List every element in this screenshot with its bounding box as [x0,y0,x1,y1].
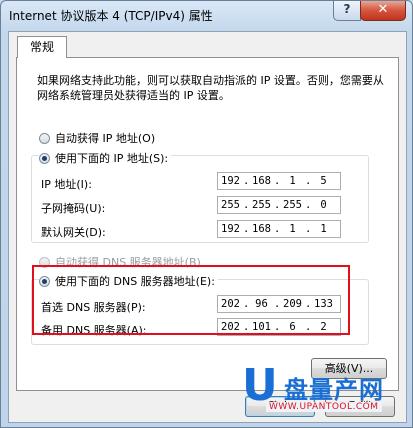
octet: 255 [221,199,240,211]
radio-manual-ip-label: 使用下面的 IP 地址(S): [55,152,169,165]
octet: 96 [255,298,268,310]
radio-auto-dns-label: 自动获得 DNS 服务器地址(B) [55,256,201,269]
octet: 101 [252,321,271,333]
octet: 192 [221,175,240,187]
close-button[interactable]: ✕ [360,1,406,21]
octet: 1 [289,175,296,187]
octet: 1 [320,223,327,235]
octet: 192 [221,223,240,235]
help-button[interactable]: ? [333,1,361,21]
radio-icon [39,256,50,268]
alternate-dns-label: 备用 DNS 服务器(A): [41,324,147,337]
octet: 202 [221,321,240,333]
octet: 255 [252,199,271,211]
watermark-url: WWW.UPANTOOL.COM [266,402,382,412]
octet: 0 [320,199,327,211]
octet: 1 [289,223,296,235]
default-gateway-input[interactable]: 192. 168. 1. 1 [217,220,341,238]
radio-auto-dns[interactable]: 自动获得 DNS 服务器地址(B) [39,254,201,270]
tab-panel-general: 如果网络支持此功能，则可以获取自动指派的 IP 设置。否则，您需要从网络系统管理… [16,57,399,391]
ip-address-input[interactable]: 192. 168. 1. 5 [217,172,341,190]
octet: 2 [320,321,327,333]
description-text: 如果网络支持此功能，则可以获取自动指派的 IP 设置。否则，您需要从网络系统管理… [37,74,384,102]
radio-manual-dns-label: 使用下面的 DNS 服务器地址(E): [55,275,215,288]
preferred-dns-label: 首选 DNS 服务器(P): [41,301,146,314]
octet: 5 [320,175,327,187]
default-gateway-label: 默认网关(D): [41,226,106,239]
octet: 133 [314,298,333,310]
window-title: Internet 协议版本 4 (TCP/IPv4) 属性 [9,9,213,23]
radio-checked-icon [39,152,50,164]
radio-auto-ip-label: 自动获得 IP 地址(O) [55,132,156,145]
octet: 255 [283,199,302,211]
radio-auto-ip[interactable]: 自动获得 IP 地址(O) [39,130,155,146]
preferred-dns-input[interactable]: 202. 96. 209. 133 [217,295,341,313]
radio-icon [39,132,50,144]
octet: 168 [252,223,271,235]
subnet-mask-label: 子网掩码(U): [41,202,106,215]
watermark-text: 盘量产网 [284,376,384,404]
site-watermark: U 盘量产网 WWW.UPANTOOL.COM [236,364,406,424]
radio-manual-ip[interactable]: 使用下面的 IP 地址(S): [39,150,172,166]
octet: 168 [252,175,271,187]
alternate-dns-input[interactable]: 202. 101. 6. 2 [217,318,341,336]
octet: 209 [283,298,302,310]
radio-manual-dns[interactable]: 使用下面的 DNS 服务器地址(E): [39,273,218,289]
title-bar[interactable]: Internet 协议版本 4 (TCP/IPv4) 属性 ? ✕ [1,1,412,31]
ip-address-label: IP 地址(I): [41,178,92,191]
octet: 6 [289,321,296,333]
radio-checked-icon [39,275,50,287]
octet: 202 [221,298,240,310]
tab-general[interactable]: 常规 [17,36,67,58]
subnet-mask-input[interactable]: 255. 255. 255. 0 [217,196,341,214]
